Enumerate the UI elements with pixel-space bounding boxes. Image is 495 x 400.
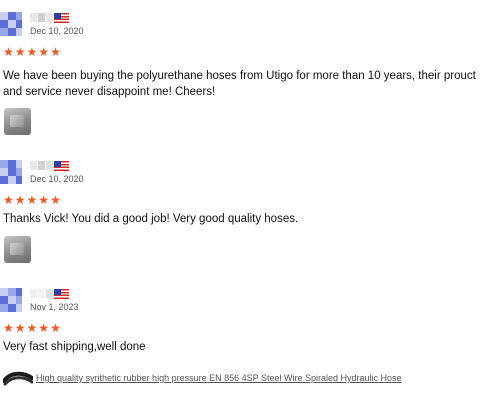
review-date: Dec 10, 2020 xyxy=(30,26,84,36)
star-icon: ★ xyxy=(50,45,61,59)
avatar xyxy=(0,12,22,38)
avatar xyxy=(0,160,22,186)
us-flag-icon xyxy=(54,161,69,171)
star-icon: ★ xyxy=(26,45,38,59)
review-date: Nov 1, 2023 xyxy=(30,302,79,312)
us-flag-icon xyxy=(54,289,69,299)
star-icon: ★ xyxy=(38,321,50,335)
review-text: We have been buying the polyurethane hos… xyxy=(3,70,476,98)
star-rating: ★ ★ ★ ★ ★ xyxy=(3,193,61,207)
star-icon: ★ xyxy=(3,193,14,207)
star-icon: ★ xyxy=(14,45,26,59)
product-link[interactable]: High quality synthetic rubber high press… xyxy=(36,373,402,383)
star-icon: ★ xyxy=(3,321,14,335)
star-icon: ★ xyxy=(50,193,61,207)
review-text: Thanks Vick! You did a good job! Very go… xyxy=(3,213,299,225)
review-photo-thumbnail[interactable] xyxy=(4,108,31,135)
star-rating: ★ ★ ★ ★ ★ xyxy=(3,321,61,335)
reviewer-name-masked xyxy=(30,13,53,22)
us-flag-icon xyxy=(54,13,69,23)
reviewer-name-masked xyxy=(30,161,53,170)
star-icon: ★ xyxy=(26,321,38,335)
review-photo-thumbnail[interactable] xyxy=(4,236,31,263)
hydraulic-hose-icon xyxy=(3,371,33,386)
reviews-panel: Dec 10, 2020 ★ ★ ★ ★ ★ We have been buyi… xyxy=(0,0,495,400)
star-icon: ★ xyxy=(38,45,50,59)
star-icon: ★ xyxy=(50,321,61,335)
star-rating: ★ ★ ★ ★ ★ xyxy=(3,45,61,59)
star-icon: ★ xyxy=(14,321,26,335)
star-icon: ★ xyxy=(3,45,14,59)
star-icon: ★ xyxy=(38,193,50,207)
star-icon: ★ xyxy=(26,193,38,207)
reviewer-name-masked xyxy=(30,289,53,298)
star-icon: ★ xyxy=(14,193,26,207)
review-text: Very fast shipping,well done xyxy=(3,341,146,353)
reviewed-product-row[interactable]: High quality synthetic rubber high press… xyxy=(3,370,483,388)
avatar xyxy=(0,288,22,314)
review-date: Dec 10, 2020 xyxy=(30,174,84,184)
